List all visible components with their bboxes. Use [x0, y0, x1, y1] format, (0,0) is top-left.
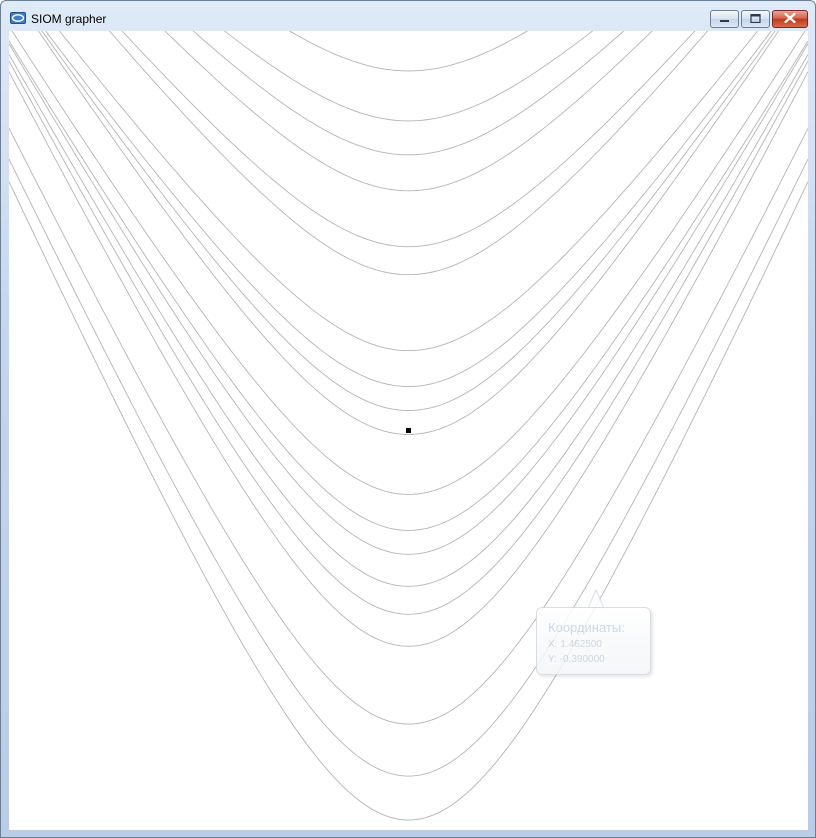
title-bar[interactable]: SIOM grapher — [1, 1, 815, 31]
maximize-icon — [750, 10, 761, 28]
graph-curve-11 — [37, 31, 780, 435]
graph-curve-18 — [9, 128, 808, 725]
app-window: SIOM grapher — [0, 0, 816, 838]
graph-curve-3 — [223, 31, 594, 122]
graph-plot — [9, 31, 808, 821]
graph-curve-19 — [9, 158, 808, 777]
close-icon — [784, 10, 796, 28]
graph-curve-7 — [108, 31, 709, 276]
graph-curve-13 — [9, 40, 808, 531]
graph-curve-9 — [45, 31, 772, 388]
tooltip-pointer — [587, 589, 605, 609]
graph-canvas[interactable] — [9, 31, 808, 830]
maximize-button[interactable] — [741, 10, 770, 28]
graph-curve-16 — [9, 60, 808, 615]
graph-curve-5 — [164, 31, 653, 192]
graph-curve-10 — [41, 31, 776, 411]
tooltip-title: Координаты: — [548, 620, 625, 635]
graph-curve-2 — [288, 31, 529, 72]
graph-curve-14 — [9, 43, 808, 555]
app-icon[interactable] — [10, 11, 26, 24]
window-title: SIOM grapher — [31, 12, 107, 26]
coordinates-tooltip: Координаты: X: 1.462500 Y: -0.390000 — [536, 607, 651, 675]
graph-curve-12 — [11, 31, 806, 495]
graph-curve-4 — [192, 31, 625, 156]
close-button[interactable] — [772, 10, 808, 28]
tooltip-x-value: X: 1.462500 — [548, 639, 602, 650]
minimize-icon — [719, 10, 730, 28]
minimize-button[interactable] — [710, 10, 739, 28]
graph-curve-15 — [9, 54, 808, 587]
origin-marker — [406, 428, 411, 433]
tooltip-y-value: Y: -0.390000 — [548, 654, 605, 665]
